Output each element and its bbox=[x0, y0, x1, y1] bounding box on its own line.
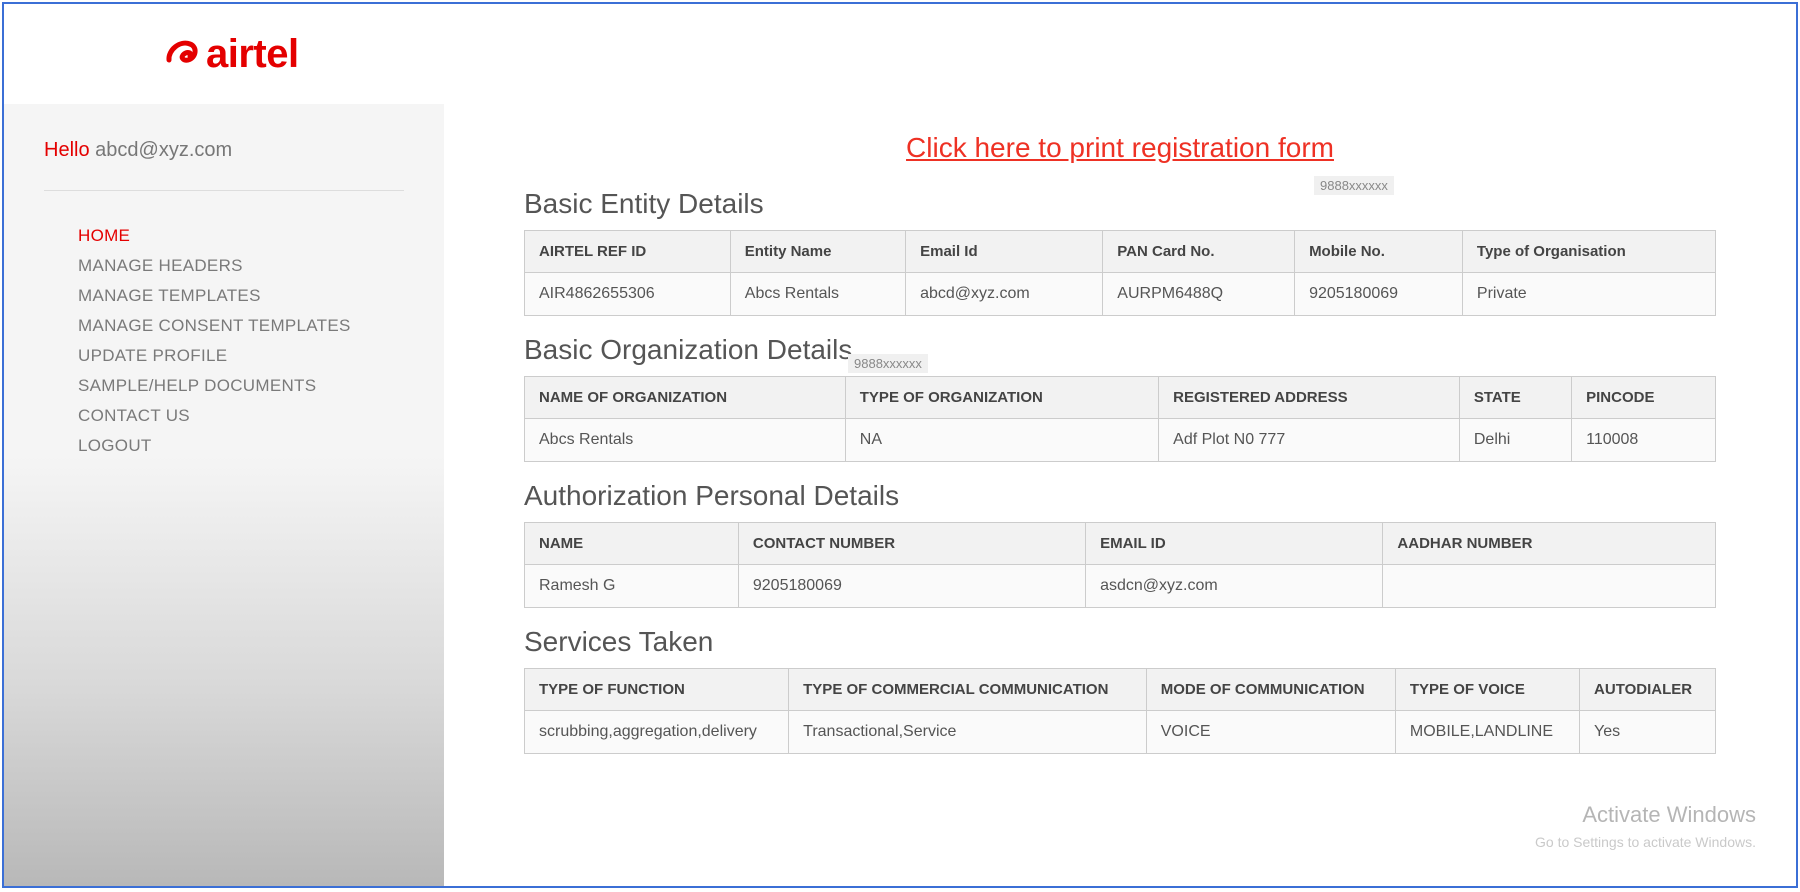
table-row: Abcs Rentals NA Adf Plot N0 777 Delhi 11… bbox=[525, 419, 1716, 462]
nav-update-profile[interactable]: UPDATE PROFILE bbox=[78, 341, 404, 371]
th-auth-aadhar: AADHAR NUMBER bbox=[1383, 523, 1716, 565]
td-airtel-ref-id: AIR4862655306 bbox=[525, 273, 731, 316]
nav-manage-headers[interactable]: MANAGE HEADERS bbox=[78, 251, 404, 281]
nav-sample-help-documents[interactable]: SAMPLE/HELP DOCUMENTS bbox=[78, 371, 404, 401]
td-mobile-no: 9205180069 bbox=[1295, 273, 1463, 316]
table-row: scrubbing,aggregation,delivery Transacti… bbox=[525, 711, 1716, 754]
th-auth-name: NAME bbox=[525, 523, 739, 565]
th-autodialer: AUTODIALER bbox=[1580, 669, 1716, 711]
th-auth-email: EMAIL ID bbox=[1086, 523, 1383, 565]
nav-manage-consent-templates[interactable]: MANAGE CONSENT TEMPLATES bbox=[78, 311, 404, 341]
hello-line: Hello abcd@xyz.com bbox=[44, 139, 404, 191]
th-func-type: TYPE OF FUNCTION bbox=[525, 669, 789, 711]
th-auth-contact: CONTACT NUMBER bbox=[738, 523, 1085, 565]
main-content: Click here to print registration form 98… bbox=[444, 104, 1796, 886]
th-reg-address: REGISTERED ADDRESS bbox=[1159, 377, 1460, 419]
windows-watermark-title: Activate Windows bbox=[1582, 802, 1756, 828]
body-wrap: Hello abcd@xyz.com HOME MANAGE HEADERS M… bbox=[4, 104, 1796, 886]
app-frame: airtel Hello abcd@xyz.com HOME MANAGE HE… bbox=[2, 2, 1798, 888]
section-title-entity: Basic Entity Details bbox=[524, 188, 1716, 220]
airtel-swirl-icon bbox=[164, 36, 200, 72]
td-entity-name: Abcs Rentals bbox=[730, 273, 905, 316]
table-row: NAME OF ORGANIZATION TYPE OF ORGANIZATIO… bbox=[525, 377, 1716, 419]
td-auth-aadhar bbox=[1383, 565, 1716, 608]
nav-manage-templates[interactable]: MANAGE TEMPLATES bbox=[78, 281, 404, 311]
td-state: Delhi bbox=[1459, 419, 1571, 462]
th-comm-mode: MODE OF COMMUNICATION bbox=[1146, 669, 1395, 711]
hello-prefix: Hello bbox=[44, 139, 90, 161]
th-airtel-ref-id: AIRTEL REF ID bbox=[525, 231, 731, 273]
th-voice-type: TYPE OF VOICE bbox=[1395, 669, 1579, 711]
th-mobile-no: Mobile No. bbox=[1295, 231, 1463, 273]
section-title-org: Basic Organization Details bbox=[524, 334, 1716, 366]
windows-watermark-sub: Go to Settings to activate Windows. bbox=[1535, 834, 1756, 850]
td-reg-address: Adf Plot N0 777 bbox=[1159, 419, 1460, 462]
td-auth-contact: 9205180069 bbox=[738, 565, 1085, 608]
td-pan-card: AURPM6488Q bbox=[1103, 273, 1295, 316]
nav-logout[interactable]: LOGOUT bbox=[78, 431, 404, 461]
th-org-name: NAME OF ORGANIZATION bbox=[525, 377, 846, 419]
table-row: Ramesh G 9205180069 asdcn@xyz.com bbox=[525, 565, 1716, 608]
td-func-type: scrubbing,aggregation,delivery bbox=[525, 711, 789, 754]
header: airtel bbox=[4, 4, 1796, 104]
masked-number-overlay-2: 9888xxxxxx bbox=[848, 354, 928, 373]
section-title-services: Services Taken bbox=[524, 626, 1716, 658]
td-org-name: Abcs Rentals bbox=[525, 419, 846, 462]
th-org-type2: TYPE OF ORGANIZATION bbox=[845, 377, 1158, 419]
services-table: TYPE OF FUNCTION TYPE OF COMMERCIAL COMM… bbox=[524, 668, 1716, 754]
brand-logo: airtel bbox=[164, 32, 299, 77]
user-email: abcd@xyz.com bbox=[95, 139, 232, 161]
td-autodialer: Yes bbox=[1580, 711, 1716, 754]
td-pincode: 110008 bbox=[1572, 419, 1716, 462]
entity-table: AIRTEL REF ID Entity Name Email Id PAN C… bbox=[524, 230, 1716, 316]
th-email-id: Email Id bbox=[906, 231, 1103, 273]
td-email-id: abcd@xyz.com bbox=[906, 273, 1103, 316]
print-link-wrap: Click here to print registration form bbox=[524, 132, 1716, 164]
td-comm-mode: VOICE bbox=[1146, 711, 1395, 754]
th-org-type: Type of Organisation bbox=[1462, 231, 1715, 273]
table-row: AIRTEL REF ID Entity Name Email Id PAN C… bbox=[525, 231, 1716, 273]
td-org-type: Private bbox=[1462, 273, 1715, 316]
section-title-auth: Authorization Personal Details bbox=[524, 480, 1716, 512]
td-voice-type: MOBILE,LANDLINE bbox=[1395, 711, 1579, 754]
td-auth-email: asdcn@xyz.com bbox=[1086, 565, 1383, 608]
th-state: STATE bbox=[1459, 377, 1571, 419]
auth-table: NAME CONTACT NUMBER EMAIL ID AADHAR NUMB… bbox=[524, 522, 1716, 608]
brand-name: airtel bbox=[206, 32, 299, 77]
th-pincode: PINCODE bbox=[1572, 377, 1716, 419]
table-row: NAME CONTACT NUMBER EMAIL ID AADHAR NUMB… bbox=[525, 523, 1716, 565]
table-row: TYPE OF FUNCTION TYPE OF COMMERCIAL COMM… bbox=[525, 669, 1716, 711]
td-comm-type: Transactional,Service bbox=[789, 711, 1147, 754]
nav-contact-us[interactable]: CONTACT US bbox=[78, 401, 404, 431]
masked-number-overlay-1: 9888xxxxxx bbox=[1314, 176, 1394, 195]
td-org-type2: NA bbox=[845, 419, 1158, 462]
nav-home[interactable]: HOME bbox=[78, 221, 404, 251]
sidebar: Hello abcd@xyz.com HOME MANAGE HEADERS M… bbox=[4, 104, 444, 886]
print-registration-link[interactable]: Click here to print registration form bbox=[906, 132, 1334, 163]
th-comm-type: TYPE OF COMMERCIAL COMMUNICATION bbox=[789, 669, 1147, 711]
th-pan-card: PAN Card No. bbox=[1103, 231, 1295, 273]
org-table: NAME OF ORGANIZATION TYPE OF ORGANIZATIO… bbox=[524, 376, 1716, 462]
nav-list: HOME MANAGE HEADERS MANAGE TEMPLATES MAN… bbox=[44, 221, 404, 461]
td-auth-name: Ramesh G bbox=[525, 565, 739, 608]
th-entity-name: Entity Name bbox=[730, 231, 905, 273]
table-row: AIR4862655306 Abcs Rentals abcd@xyz.com … bbox=[525, 273, 1716, 316]
